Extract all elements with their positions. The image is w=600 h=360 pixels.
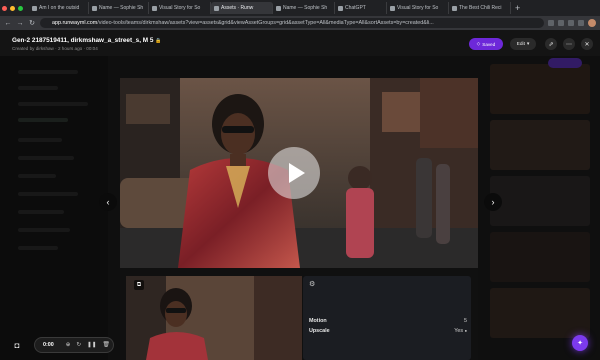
asset-title-text: Gen-2 2187519411, dirkmshaw_a_street_s, … <box>12 37 154 44</box>
tab-label: ChatGPT <box>345 5 366 11</box>
close-icon: ✕ <box>584 41 590 48</box>
tab-favicon <box>452 5 457 11</box>
extension-icon[interactable] <box>568 20 574 26</box>
setting-row: Upscale Yes ● <box>309 328 467 334</box>
add-icon[interactable]: ⊕ <box>66 342 71 348</box>
browser-tab[interactable]: ChatGPT <box>335 2 387 14</box>
tab-favicon <box>92 5 97 11</box>
main-video-frame[interactable] <box>120 78 478 268</box>
close-button[interactable]: ✕ <box>581 38 593 50</box>
previous-asset-button[interactable]: ‹ <box>99 193 117 211</box>
window-controls <box>2 5 23 11</box>
status-dot-icon: ● <box>464 328 467 333</box>
close-window-button[interactable] <box>2 5 7 11</box>
profile-avatar[interactable] <box>588 19 596 27</box>
tab-label: Visual Story for So <box>397 5 439 11</box>
tab-favicon <box>32 5 37 11</box>
asset-header: Gen-2 2187519411, dirkmshaw_a_street_s, … <box>0 30 600 56</box>
browser-tab[interactable]: Visual Story for So <box>387 2 449 14</box>
setting-key: Motion <box>309 318 327 324</box>
bookmark-icon: ◇ <box>476 41 481 46</box>
asset-viewer-modal: ⧉ ⚙ Motion 5 Upscale Yes ● <box>120 78 478 360</box>
setting-value: Yes ● <box>454 328 467 334</box>
back-icon[interactable]: ← <box>4 20 12 27</box>
address-bar: ← → ↻ app.runwayml.com/video-tools/teams… <box>0 16 600 30</box>
more-button[interactable]: ⋯ <box>563 38 575 50</box>
asset-meta: Created by dirkshaw · 2 hours ago · 00:0… <box>12 46 98 51</box>
next-asset-button[interactable]: › <box>484 193 502 211</box>
browser-tab[interactable]: Name — Sophie Sh <box>89 2 149 14</box>
url-path: /video-tools/teams/dirkmshaw/assets?view… <box>97 20 434 26</box>
tab-favicon <box>390 5 395 11</box>
url-field[interactable]: app.runwayml.com/video-tools/teams/dirkm… <box>40 18 544 28</box>
tab-favicon <box>338 5 343 11</box>
setting-value: 5 <box>464 318 467 324</box>
browser-tab[interactable]: Visual Story for So <box>149 2 211 14</box>
saved-button-label: Saved <box>482 41 496 47</box>
zoom-window-button[interactable] <box>18 5 23 11</box>
play-icon[interactable] <box>268 147 320 199</box>
browser-tab[interactable]: The Best Chili Reci <box>449 2 511 14</box>
extension-icon[interactable] <box>578 20 584 26</box>
saved-button[interactable]: ◇ Saved <box>469 38 503 50</box>
loop-icon[interactable]: ↻ <box>76 342 81 348</box>
tab-favicon <box>152 5 157 11</box>
minimize-window-button[interactable] <box>10 5 15 11</box>
setting-value-text: Yes <box>454 328 464 334</box>
tab-favicon <box>214 5 219 11</box>
chevron-right-icon: › <box>491 197 495 207</box>
help-button[interactable]: ✦ <box>572 335 588 351</box>
extension-icon[interactable] <box>558 20 564 26</box>
extension-icon[interactable] <box>548 20 554 26</box>
new-tab-button[interactable]: + <box>511 3 524 13</box>
share-icon: ⇗ <box>548 41 554 48</box>
screen: Am I on the outsid Name — Sophie Sh Visu… <box>0 0 600 360</box>
generation-settings-panel: ⚙ Motion 5 Upscale Yes ● <box>303 276 471 360</box>
tab-label: Assets · Runw <box>221 5 254 11</box>
playback-time: 0:00 <box>43 342 54 348</box>
setting-key: Upscale <box>309 328 330 334</box>
thumbnail-action-button[interactable]: ⧉ <box>134 280 144 290</box>
browser-tab[interactable]: Am I on the outsid <box>29 2 89 14</box>
camera-button[interactable]: ◘ <box>10 338 24 352</box>
thumbnail-image <box>126 276 302 360</box>
edit-button[interactable]: Edit ▾ <box>510 38 536 50</box>
pause-icon[interactable]: ❚❚ <box>87 342 96 348</box>
lock-icon: 🔒 <box>155 38 162 44</box>
reload-icon[interactable]: ↻ <box>28 19 36 27</box>
browser-tab-active[interactable]: Assets · Runw <box>211 2 273 14</box>
tab-label: The Best Chili Reci <box>459 5 502 11</box>
playback-bar: 0:00 ⊕ ↻ ❚❚ 🗑 <box>34 337 114 353</box>
chevron-left-icon: ‹ <box>106 197 110 207</box>
edit-button-label: Edit <box>516 41 525 47</box>
tab-label: Name — Sophie Sh <box>99 5 144 11</box>
browser-tab[interactable]: Name — Sophie Sh <box>273 2 335 14</box>
tab-favicon <box>276 5 281 11</box>
sparkle-icon: ✦ <box>577 340 583 347</box>
copy-icon: ⧉ <box>136 281 142 288</box>
trash-icon[interactable]: 🗑 <box>103 342 110 348</box>
tab-label: Name — Sophie Sh <box>283 5 328 11</box>
tab-label: Visual Story for So <box>159 5 201 11</box>
input-image-thumbnail[interactable]: ⧉ <box>126 276 302 360</box>
settings-icon: ⚙ <box>309 281 316 288</box>
more-icon: ⋯ <box>566 41 572 48</box>
asset-title: Gen-2 2187519411, dirkmshaw_a_street_s, … <box>12 37 161 44</box>
tab-label: Am I on the outsid <box>39 5 80 11</box>
camera-icon: ◘ <box>14 340 20 350</box>
share-button[interactable]: ⇗ <box>545 38 557 50</box>
url-host: app.runwayml.com <box>52 20 98 26</box>
browser-tab-strip: Am I on the outsid Name — Sophie Sh Visu… <box>0 0 600 16</box>
forward-icon[interactable]: → <box>16 20 24 27</box>
setting-row: Motion 5 <box>309 318 467 324</box>
chevron-down-icon: ▾ <box>526 41 530 47</box>
